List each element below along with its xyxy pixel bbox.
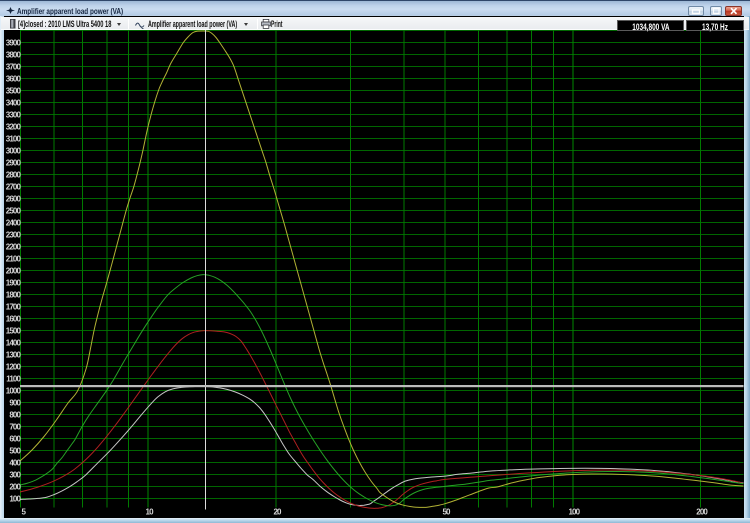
svg-text:1900: 1900	[6, 279, 22, 288]
svg-text:1200: 1200	[6, 363, 22, 372]
svg-text:2200: 2200	[6, 243, 22, 252]
svg-text:2800: 2800	[6, 171, 22, 180]
svg-text:200: 200	[696, 508, 708, 517]
svg-text:900: 900	[9, 399, 21, 408]
svg-text:500: 500	[9, 447, 21, 456]
svg-text:3700: 3700	[6, 63, 22, 72]
svg-text:100: 100	[9, 495, 21, 504]
svg-text:3000: 3000	[6, 147, 22, 156]
svg-text:600: 600	[9, 435, 21, 444]
svg-text:1500: 1500	[6, 327, 22, 336]
svg-text:1300: 1300	[6, 351, 22, 360]
svg-text:10: 10	[146, 508, 155, 517]
svg-text:800: 800	[9, 411, 21, 420]
svg-text:200: 200	[9, 483, 21, 492]
svg-text:50: 50	[442, 508, 451, 517]
svg-text:2100: 2100	[6, 255, 22, 264]
svg-text:1600: 1600	[6, 315, 22, 324]
svg-text:700: 700	[9, 423, 21, 432]
svg-text:2900: 2900	[6, 159, 22, 168]
svg-text:2300: 2300	[6, 231, 22, 240]
svg-text:3300: 3300	[6, 111, 22, 120]
svg-text:5: 5	[22, 508, 27, 517]
svg-text:20: 20	[273, 508, 282, 517]
svg-text:3500: 3500	[6, 87, 22, 96]
svg-text:3800: 3800	[6, 51, 22, 60]
svg-text:3200: 3200	[6, 123, 22, 132]
svg-text:1000: 1000	[6, 387, 22, 396]
svg-text:2700: 2700	[6, 183, 22, 192]
svg-text:3600: 3600	[6, 75, 22, 84]
svg-text:1400: 1400	[6, 339, 22, 348]
svg-text:3100: 3100	[6, 135, 22, 144]
svg-text:1800: 1800	[6, 291, 22, 300]
svg-text:3400: 3400	[6, 99, 22, 108]
svg-text:400: 400	[9, 459, 21, 468]
svg-text:3900: 3900	[6, 39, 22, 48]
svg-text:2400: 2400	[6, 219, 22, 228]
svg-text:2500: 2500	[6, 207, 22, 216]
svg-text:100: 100	[568, 508, 580, 517]
svg-text:2000: 2000	[6, 267, 22, 276]
svg-text:300: 300	[9, 471, 21, 480]
svg-text:1700: 1700	[6, 303, 22, 312]
svg-text:2600: 2600	[6, 195, 22, 204]
svg-text:1100: 1100	[6, 375, 21, 384]
